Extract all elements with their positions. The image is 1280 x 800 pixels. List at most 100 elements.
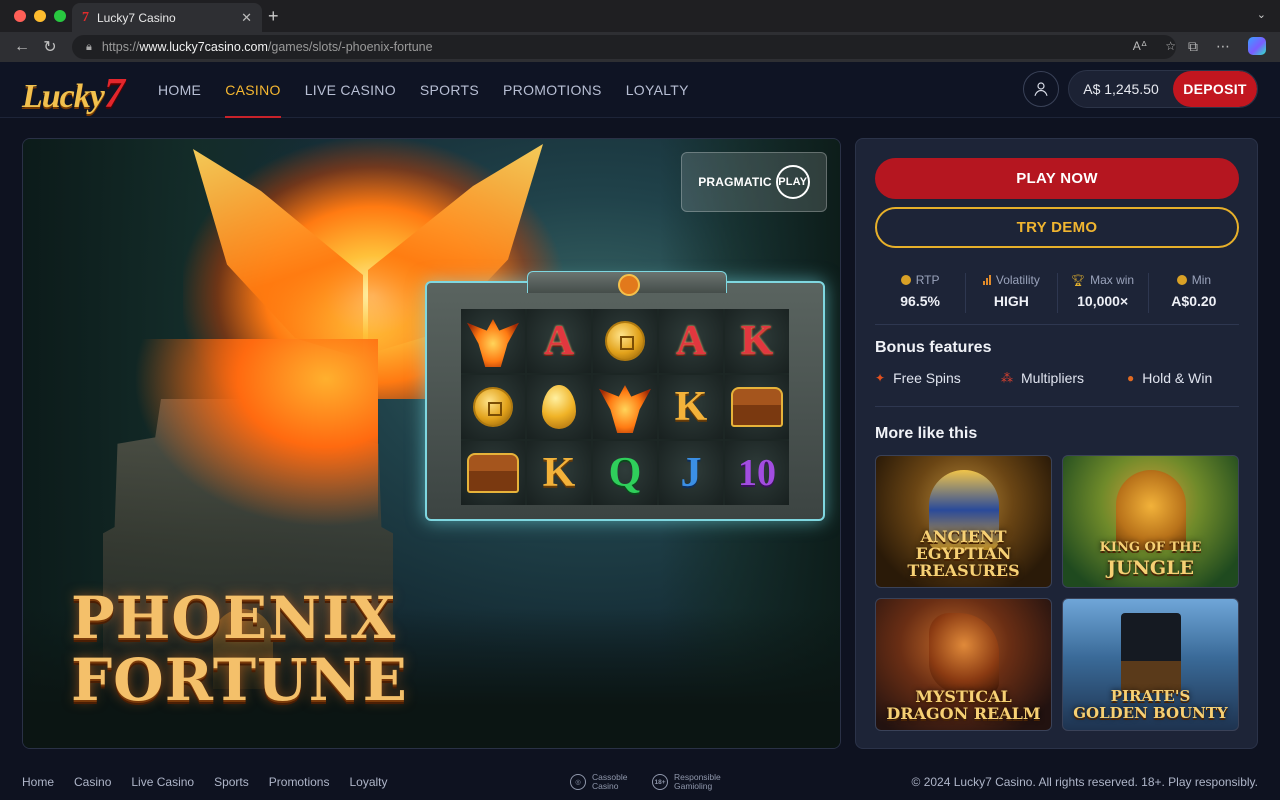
game-thumb-title: PIRATE'S GOLDEN BOUNTY — [1073, 687, 1228, 722]
browser-extensions: ⧉ ⋯ — [1188, 37, 1266, 55]
deposit-button[interactable]: DEPOSIT — [1173, 71, 1257, 107]
nav-sports[interactable]: SPORTS — [420, 62, 479, 118]
game-hero-banner[interactable]: PRAGMATIC PLAY A A K K K Q J 10 PHOENIX … — [22, 138, 841, 749]
close-tab-icon[interactable]: ✕ — [241, 10, 252, 26]
related-games-grid: ANCIENT EGYPTIAN TREASURES KING OF THE J… — [875, 455, 1239, 731]
site-header: Lucky7 HOME CASINO LIVE CASINO SPORTS PR… — [0, 62, 1280, 118]
game-thumb-title: MYSTICAL DRAGON REALM — [886, 687, 1041, 723]
game-thumb-king-of-the-jungle[interactable]: KING OF THE JUNGLE — [1062, 455, 1239, 588]
collections-icon[interactable]: ⧉ — [1188, 38, 1198, 55]
game-stats: RTP 96.5% Volatility HIGH 🏆︎ Max win 10,0… — [875, 269, 1239, 325]
trophy-icon: 🏆︎ — [1071, 274, 1086, 287]
game-thumb-ancient-egyptian-treasures[interactable]: ANCIENT EGYPTIAN TREASURES — [875, 455, 1052, 588]
footer-link-home[interactable]: Home — [22, 775, 54, 789]
browser-toolbar: ← ↻ 🔒︎ https://www.lucky7casino.com/game… — [0, 32, 1280, 62]
game-info-panel: PLAY NOW TRY DEMO RTP 96.5% Volatility H… — [855, 138, 1258, 749]
compliance-badges: ◎ Cassoble Casino 18+ Responsible Gamiolin… — [570, 773, 721, 791]
try-demo-button[interactable]: TRY DEMO — [875, 207, 1239, 248]
footer-link-loyalty[interactable]: Loyalty — [349, 775, 387, 789]
stat-label: Volatility — [995, 273, 1040, 287]
game-thumb-pirates-golden-bounty[interactable]: PIRATE'S GOLDEN BOUNTY — [1062, 598, 1239, 731]
globe-icon: ◎ — [570, 774, 586, 790]
back-arrow-icon[interactable]: ← — [8, 38, 36, 56]
reel-symbol — [527, 375, 591, 439]
close-window-button[interactable] — [14, 10, 26, 22]
hold-win-icon: ● — [1127, 371, 1135, 385]
play-now-button[interactable]: PLAY NOW — [875, 158, 1239, 199]
casino-badge[interactable]: ◎ Cassoble Casino — [570, 773, 632, 791]
stat-volatility: Volatility HIGH — [966, 273, 1058, 313]
footer-link-casino[interactable]: Casino — [74, 775, 111, 789]
reel-symbol — [461, 375, 525, 439]
minimize-window-button[interactable] — [34, 10, 46, 22]
phoenix-symbol-icon — [599, 385, 651, 433]
rtp-icon — [900, 275, 911, 285]
volatility-icon — [982, 275, 991, 285]
game-thumb-title: ANCIENT EGYPTIAN TREASURES — [907, 527, 1020, 580]
stat-label: Max win — [1090, 273, 1135, 287]
multipliers-icon: ⁂ — [1001, 371, 1013, 385]
copyright-text: © 2024 Lucky7 Casino. All rights reserve… — [911, 775, 1258, 789]
browser-tab[interactable]: 7 Lucky7 Casino ✕ — [72, 3, 262, 32]
reel-symbol: A — [659, 309, 723, 373]
footer-link-sports[interactable]: Sports — [214, 775, 249, 789]
pirate-ship-art — [1120, 613, 1181, 693]
treasure-chest-symbol-icon — [731, 387, 783, 427]
free-spins-icon: ✦ — [875, 371, 886, 385]
nav-casino[interactable]: CASINO — [225, 62, 282, 118]
provider-name: PRAGMATIC — [698, 175, 772, 189]
more-options-icon[interactable]: ⋯ — [1216, 38, 1230, 55]
site-footer: Home Casino Live Casino Sports Promotion… — [0, 764, 1280, 800]
responsible-gambling-badge[interactable]: 18+ Responsible Gamioling — [652, 773, 721, 791]
age-18-icon: 18+ — [652, 774, 668, 790]
reel-symbol — [461, 309, 525, 373]
game-thumb-mystical-dragon-realm[interactable]: MYSTICAL DRAGON REALM — [875, 598, 1052, 731]
balance-display[interactable]: A$ 1,245.50 — [1069, 81, 1173, 97]
phoenix-tail-flames — [118, 339, 378, 539]
stat-value: 96.5% — [900, 293, 940, 309]
favorite-star-icon[interactable]: ☆ — [1165, 39, 1176, 53]
reel-symbol: K — [659, 375, 723, 439]
feature-label: Free Spins — [893, 370, 961, 386]
read-aloud-icon[interactable]: Aᐞ — [1133, 39, 1148, 53]
game-title-line2: FORTUNE — [71, 646, 408, 714]
lock-icon: 🔒︎ — [86, 40, 92, 53]
copilot-icon[interactable] — [1248, 37, 1266, 55]
account-button[interactable] — [1023, 71, 1059, 107]
reload-icon[interactable]: ↻ — [36, 37, 64, 57]
footer-link-live-casino[interactable]: Live Casino — [131, 775, 194, 789]
nav-promotions[interactable]: PROMOTIONS — [503, 62, 602, 118]
golden-egg-symbol-icon — [542, 385, 576, 429]
treasure-chest-symbol-icon — [467, 453, 519, 493]
game-thumb-title: KING OF THE JUNGLE — [1099, 540, 1202, 579]
reel-frame-ornament — [527, 271, 727, 296]
stat-label: RTP — [915, 273, 940, 287]
reel-symbol: 10 — [725, 441, 789, 505]
favicon-icon: 7 — [82, 9, 89, 25]
lucky7-logo[interactable]: Lucky7 — [22, 70, 125, 118]
main-nav: HOME CASINO LIVE CASINO SPORTS PROMOTION… — [158, 62, 689, 118]
address-bar-actions: Aᐞ ☆ — [1133, 39, 1176, 53]
stat-value: A$0.20 — [1171, 293, 1217, 309]
stat-value: HIGH — [993, 293, 1029, 309]
maximize-window-button[interactable] — [54, 10, 66, 22]
nav-home[interactable]: HOME — [158, 62, 201, 118]
user-icon — [1034, 82, 1048, 96]
address-bar[interactable]: 🔒︎ https://www.lucky7casino.com/games/sl… — [72, 35, 1176, 59]
reel-symbol — [593, 375, 657, 439]
nav-live-casino[interactable]: LIVE CASINO — [305, 62, 396, 118]
dragon-art — [928, 613, 999, 693]
stat-value: 10,000× — [1077, 293, 1129, 309]
game-title-art: PHOENIX FORTUNE — [71, 587, 408, 711]
footer-link-promotions[interactable]: Promotions — [269, 775, 330, 789]
more-like-this-title: More like this — [875, 425, 978, 442]
tab-menu-chevron-icon[interactable]: ⌄ — [1257, 8, 1266, 21]
nav-loyalty[interactable]: LOYALTY — [626, 62, 689, 118]
reel-symbol: K — [725, 309, 789, 373]
feature-label: Multipliers — [1021, 370, 1085, 386]
slot-reels: A A K K K Q J 10 — [425, 271, 825, 521]
new-tab-icon[interactable]: + — [268, 6, 279, 27]
reel-symbol — [593, 309, 657, 373]
coin-symbol-icon — [605, 321, 645, 361]
wallet: A$ 1,245.50 DEPOSIT — [1068, 70, 1258, 108]
